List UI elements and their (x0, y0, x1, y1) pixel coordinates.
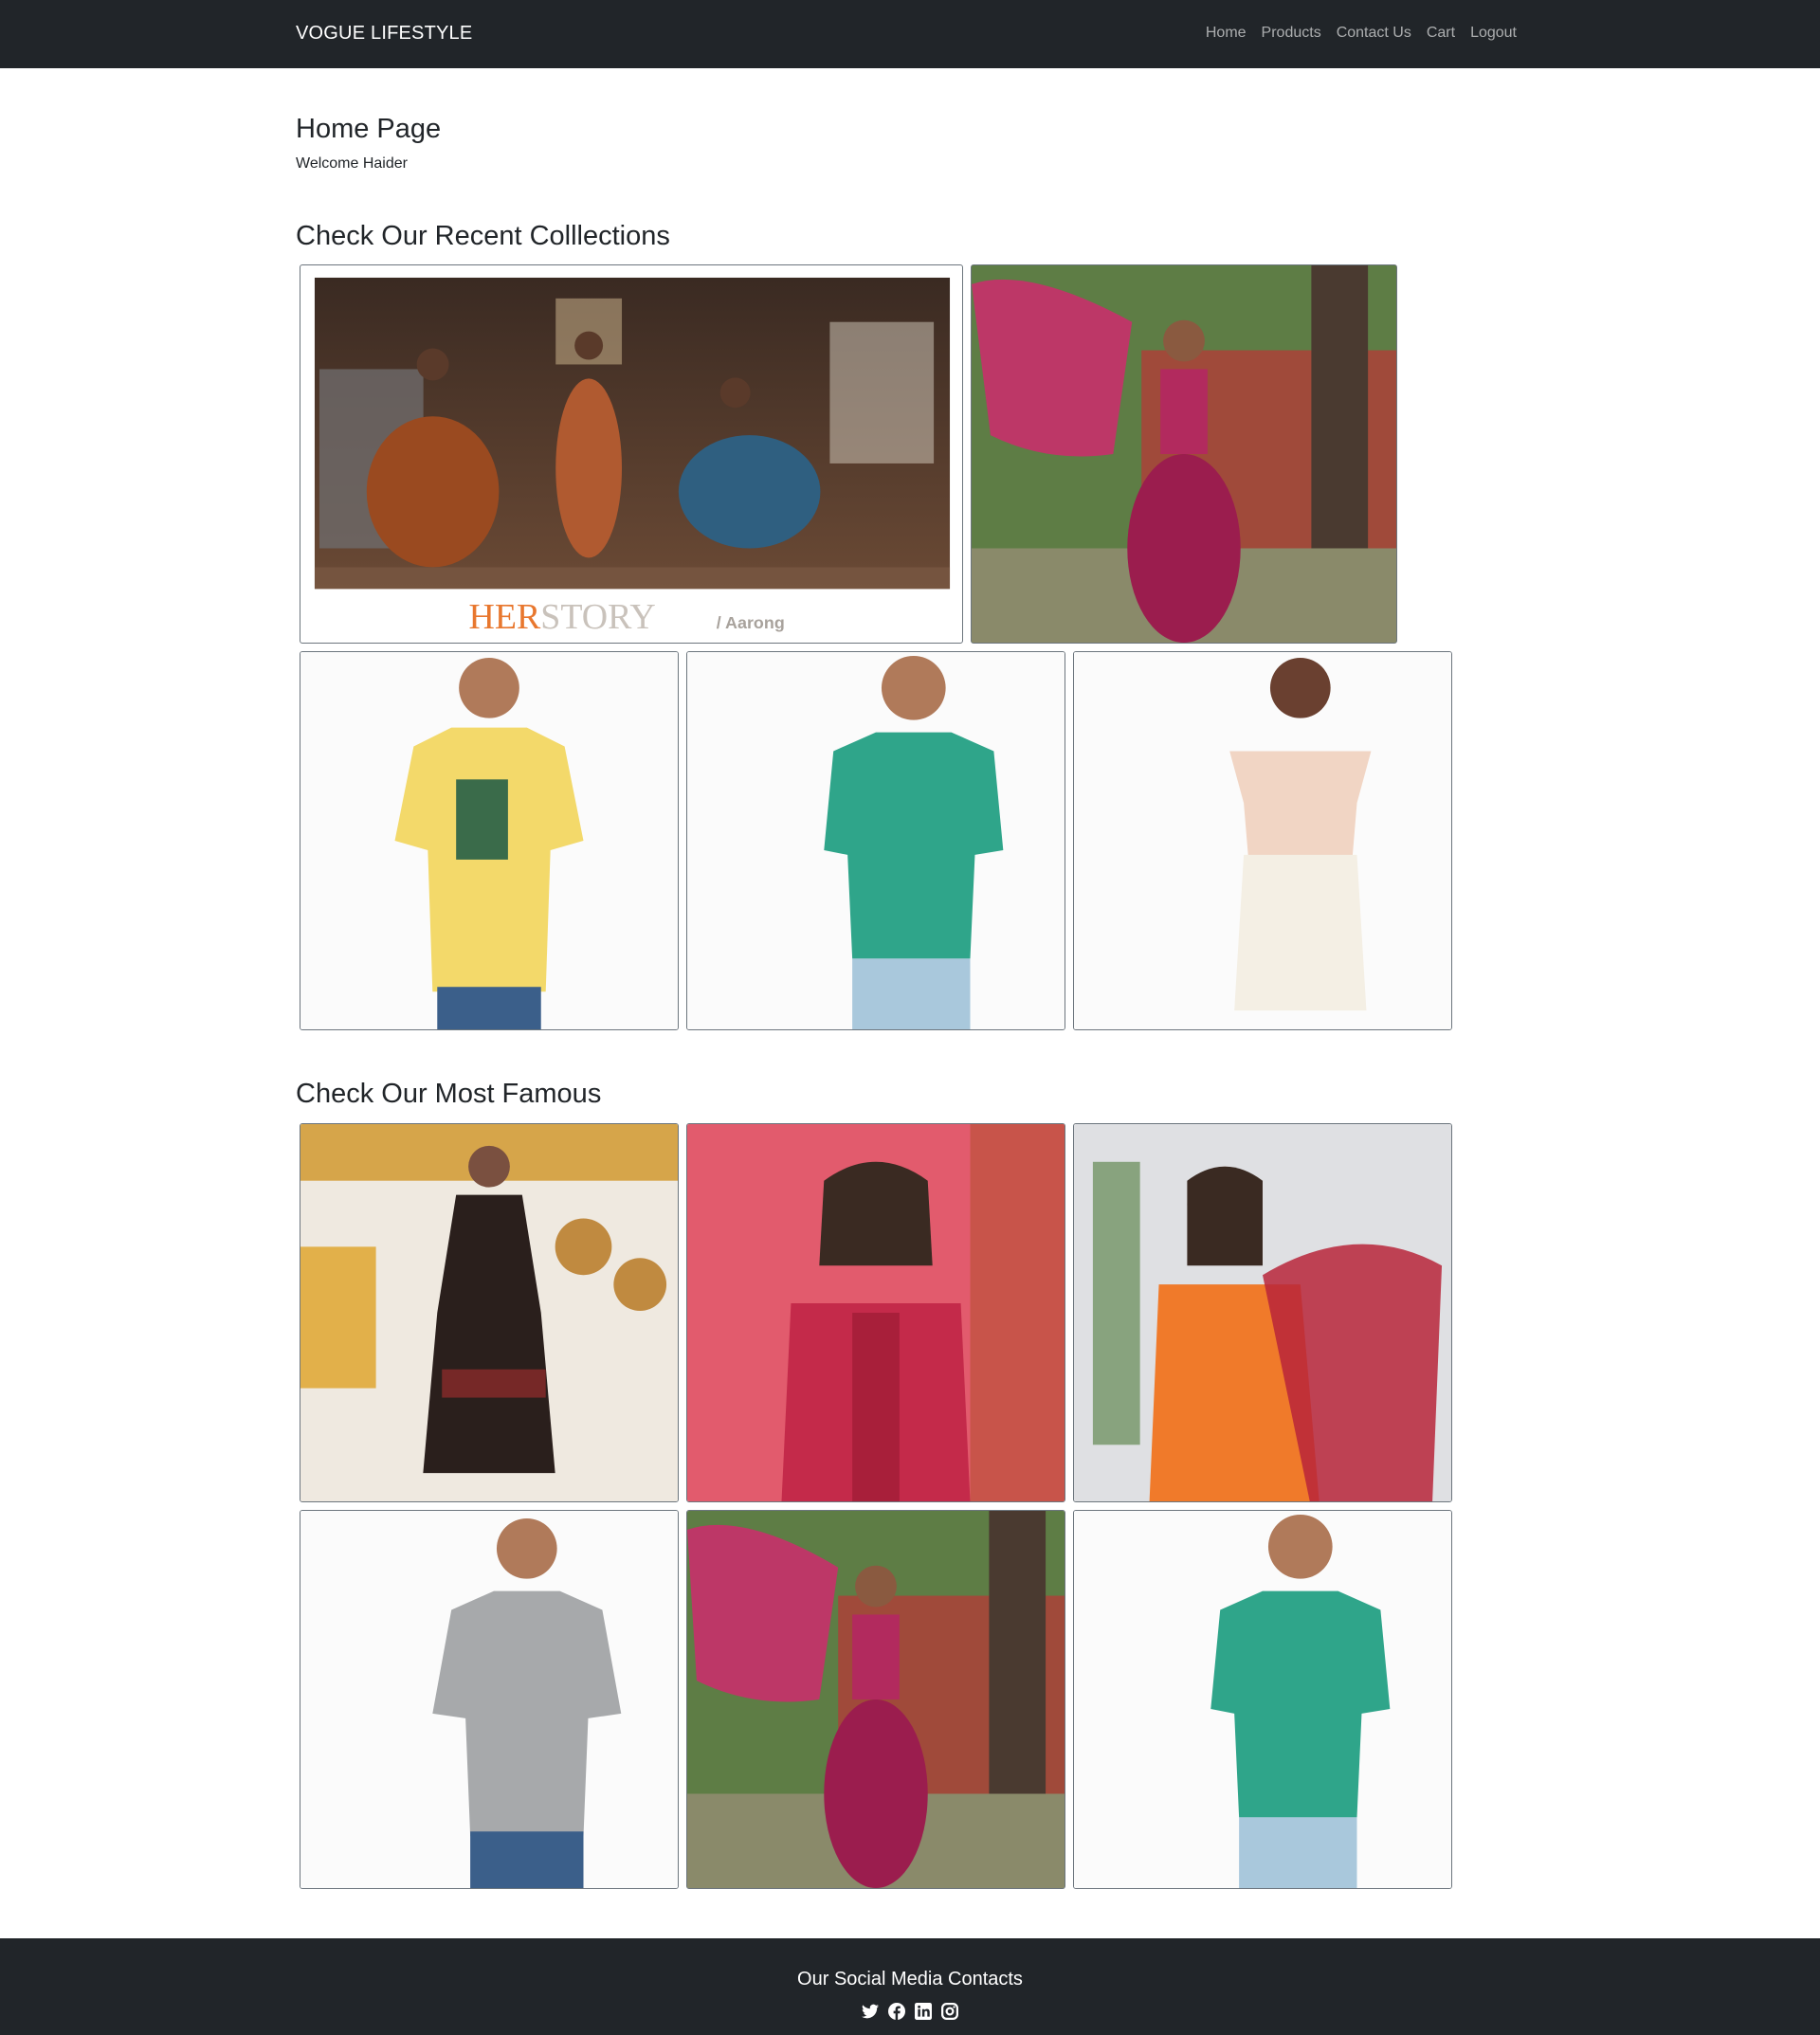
product-image-black-embroidered-dress[interactable] (300, 1123, 679, 1502)
navbar: VOGUE LIFESTYLE Home Products Contact Us… (0, 0, 1820, 68)
boy-shirt-2-illustration (1074, 1511, 1451, 1888)
pink-suit-illustration (687, 1124, 1065, 1501)
instagram-icon[interactable] (941, 2003, 958, 2020)
product-image-boy-green-shirt[interactable] (686, 651, 1065, 1030)
product-image-pink-saree[interactable] (971, 264, 1397, 644)
product-image-pink-saree-2[interactable] (686, 1510, 1065, 1889)
nav-links: Home Products Contact Us Cart Logout (1206, 25, 1517, 42)
welcome-message: Welcome Haider (296, 155, 408, 172)
product-image-yellow-tshirt[interactable] (300, 651, 679, 1030)
product-image-boy-green-shirt-2[interactable] (1073, 1510, 1452, 1889)
product-image-pink-printed-suit[interactable] (686, 1123, 1065, 1502)
banner-illustration: HERSTORY / Aarong (314, 277, 951, 637)
most-famous-heading: Check Our Most Famous (296, 1079, 602, 1109)
black-dress-illustration (300, 1124, 678, 1501)
page-title: Home Page (296, 114, 442, 144)
yellow-tshirt-illustration (300, 652, 678, 1029)
footer: Our Social Media Contacts (0, 1938, 1820, 2035)
pink-saree-2-illustration (687, 1511, 1065, 1888)
social-icons (0, 2003, 1820, 2020)
product-image-grey-polo[interactable] (300, 1510, 679, 1889)
banner-sub-text: / Aarong (717, 613, 785, 632)
pink-saree-illustration (972, 265, 1396, 643)
footer-title: Our Social Media Contacts (797, 1969, 1023, 1990)
product-image-orange-suit-red-dupatta[interactable] (1073, 1123, 1452, 1502)
nav-products-link[interactable]: Products (1262, 25, 1321, 42)
girl-dress-illustration (1074, 652, 1451, 1029)
nav-cart-link[interactable]: Cart (1427, 25, 1455, 42)
linkedin-icon[interactable] (915, 2003, 932, 2020)
boy-shirt-illustration (687, 652, 1065, 1029)
nav-logout-link[interactable]: Logout (1470, 25, 1517, 42)
product-image-girl-dress[interactable] (1073, 651, 1452, 1030)
facebook-icon[interactable] (888, 2003, 905, 2020)
recent-collections-heading: Check Our Recent Colllections (296, 221, 670, 251)
nav-contact-link[interactable]: Contact Us (1337, 25, 1411, 42)
banner-brand-text: HERSTORY (468, 597, 655, 637)
twitter-icon[interactable] (862, 2003, 879, 2020)
orange-suit-illustration (1074, 1124, 1451, 1501)
nav-home-link[interactable]: Home (1206, 25, 1247, 42)
grey-polo-illustration (300, 1511, 678, 1888)
collection-banner-image[interactable]: HERSTORY / Aarong (300, 264, 963, 644)
brand-link[interactable]: VOGUE LIFESTYLE (296, 23, 472, 45)
